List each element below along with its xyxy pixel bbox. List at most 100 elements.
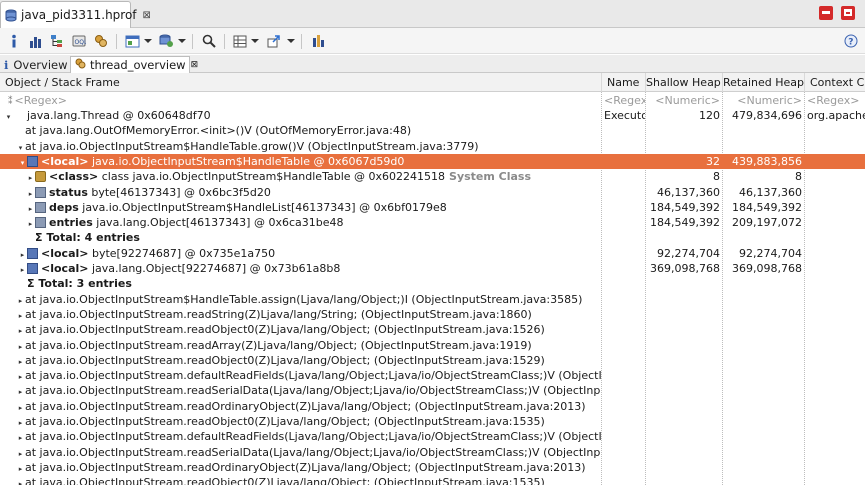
export-icon[interactable] xyxy=(267,32,281,50)
expand-right-icon[interactable]: ▸ xyxy=(16,294,25,307)
column-header-name[interactable]: Name xyxy=(602,73,646,92)
object-cell: ▸ <local> java.lang.Object[92274687] @ 0x… xyxy=(0,261,601,276)
column-header-shallow-heap[interactable]: Shallow Heap xyxy=(646,73,723,92)
name-cell xyxy=(602,429,645,444)
table-row[interactable]: ▾ at java.io.ObjectInputStream$HandleTabl… xyxy=(0,139,865,154)
expand-right-icon[interactable]: ▸ xyxy=(16,462,25,475)
name-cell xyxy=(602,338,645,353)
shallow-heap-cell: 184,549,392 xyxy=(650,200,720,214)
filter-name[interactable]: <Regex> xyxy=(602,93,645,108)
filter-shallow[interactable]: <Numeric> xyxy=(646,93,722,108)
heap-dump-overview-icon[interactable] xyxy=(158,32,174,50)
maximize-icon[interactable] xyxy=(841,6,855,20)
tab-overview[interactable]: i Overview xyxy=(0,56,70,73)
filter-object[interactable]: ⁑ <Regex> xyxy=(0,93,601,108)
table-row[interactable]: ▾ <local> java.io.ObjectInputStream$Handl… xyxy=(0,153,865,170)
table-row[interactable]: ▸ <local> byte[92274687] @ 0x735e1a750 92,… xyxy=(0,246,865,261)
histogram-icon[interactable] xyxy=(28,32,42,50)
expand-right-icon[interactable]: ▸ xyxy=(16,477,25,485)
table-row[interactable]: Σ Total: 4 entries xyxy=(0,230,865,245)
table-row[interactable]: ▸ entries java.lang.Object[46137343] @ 0x… xyxy=(0,215,865,230)
chevron-down-icon[interactable] xyxy=(178,39,186,43)
row-label: at java.io.ObjectInputStream$HandleTable… xyxy=(25,292,583,306)
table-row[interactable]: ▸ at java.io.ObjectInputStream.readSerial… xyxy=(0,383,865,398)
expand-down-icon[interactable]: ▾ xyxy=(4,110,13,123)
expand-down-icon[interactable]: ▾ xyxy=(18,156,27,169)
object-cell: ▾ java.lang.Thread @ 0x60648df70 xyxy=(0,108,601,123)
chevron-down-icon[interactable] xyxy=(144,39,152,43)
table-row[interactable]: ▸ at java.io.ObjectInputStream.readSerial… xyxy=(0,445,865,460)
tab-thread-overview-label: thread_overview xyxy=(90,58,186,72)
query-browser-icon[interactable] xyxy=(124,32,140,50)
shallow-heap-cell xyxy=(646,399,722,414)
expand-down-icon[interactable]: ▾ xyxy=(16,141,25,154)
retained-heap-cell xyxy=(723,139,804,154)
expand-right-icon[interactable]: ▸ xyxy=(16,447,25,460)
expand-right-icon[interactable]: ▸ xyxy=(16,416,25,429)
close-tab-icon[interactable]: ⊠ xyxy=(191,60,199,70)
table-row[interactable]: ▸ at java.io.ObjectInputStream.readObject… xyxy=(0,475,865,485)
thread-overview-icon[interactable] xyxy=(94,32,108,50)
table-row[interactable]: at java.lang.OutOfMemoryError.<init>()V … xyxy=(0,123,865,138)
group-by-icon[interactable] xyxy=(233,32,247,50)
expand-right-icon[interactable]: ▸ xyxy=(18,263,27,276)
filter-retained[interactable]: <Numeric> xyxy=(723,93,804,108)
name-cell xyxy=(602,123,645,138)
table-row[interactable]: Σ Total: 3 entries xyxy=(0,276,865,291)
toolbar-separator xyxy=(301,34,302,49)
name-cell xyxy=(602,215,645,230)
expand-right-icon[interactable]: ▸ xyxy=(16,340,25,353)
column-header-object[interactable]: Object / Stack Frame xyxy=(0,73,602,92)
chevron-down-icon[interactable] xyxy=(251,39,259,43)
expand-right-icon[interactable]: ▸ xyxy=(26,202,35,215)
filter-context[interactable]: <Regex> xyxy=(805,93,865,108)
expand-right-icon[interactable]: ▸ xyxy=(16,370,25,383)
chevron-down-icon[interactable] xyxy=(287,39,295,43)
calculate-retained-icon[interactable] xyxy=(311,32,325,50)
expand-right-icon[interactable]: ▸ xyxy=(18,248,27,261)
table-row[interactable]: ▸ status byte[46137343] @ 0x6bc3f5d20 46,1… xyxy=(0,185,865,200)
tab-thread-overview[interactable]: thread_overview ⊠ xyxy=(70,56,198,73)
column-header-context-class-loader[interactable]: Context Cl xyxy=(805,73,865,92)
name-cell xyxy=(602,230,645,245)
table-row[interactable]: ▸ at java.io.ObjectInputStream.readArray(… xyxy=(0,338,865,353)
name-cell xyxy=(602,139,645,154)
expand-right-icon[interactable]: ▸ xyxy=(26,171,35,184)
table-row[interactable]: ▸ at java.io.ObjectInputStream.readObject… xyxy=(0,414,865,429)
table-row[interactable]: ▸ at java.io.ObjectInputStream.readOrdina… xyxy=(0,399,865,414)
table-row[interactable]: ▾ java.lang.Thread @ 0x60648df70 Executo 12… xyxy=(0,108,865,123)
table-row[interactable]: ▸ at java.io.ObjectInputStream.readObject… xyxy=(0,322,865,337)
shallow-heap-cell xyxy=(646,230,722,245)
minimize-icon[interactable] xyxy=(819,6,833,20)
close-tab-icon[interactable]: ⊠ xyxy=(143,10,151,21)
expand-right-icon[interactable]: ▸ xyxy=(16,324,25,337)
object-cell: ▸ at java.io.ObjectInputStream.readString… xyxy=(0,307,601,322)
expand-right-icon[interactable]: ▸ xyxy=(26,187,35,200)
help-icon[interactable]: ? xyxy=(844,32,858,50)
info-icon[interactable] xyxy=(8,32,20,50)
expand-right-icon[interactable]: ▸ xyxy=(16,309,25,322)
table-row[interactable]: ▸ at java.io.ObjectInputStream.defaultRea… xyxy=(0,368,865,383)
table-row[interactable]: ▸ at java.io.ObjectInputStream.readObject… xyxy=(0,353,865,368)
expand-right-icon[interactable]: ▸ xyxy=(16,355,25,368)
table-row[interactable]: ▸ at java.io.ObjectInputStream.defaultRea… xyxy=(0,429,865,444)
table-row[interactable]: ▸ at java.io.ObjectInputStream.readOrdina… xyxy=(0,460,865,475)
table-row[interactable]: ▸ at java.io.ObjectInputStream.readString… xyxy=(0,307,865,322)
expand-right-icon[interactable]: ▸ xyxy=(26,217,35,230)
thread-overview-icon xyxy=(75,58,86,72)
table-row[interactable]: ▸ <class> class java.io.ObjectInputStream… xyxy=(0,169,865,184)
oql-icon[interactable]: OQL xyxy=(72,32,86,50)
expand-right-icon[interactable]: ▸ xyxy=(16,431,25,444)
dominator-tree-icon[interactable] xyxy=(50,32,64,50)
column-header-retained-heap[interactable]: Retained Heap xyxy=(723,73,805,92)
search-icon[interactable] xyxy=(202,32,216,50)
table-row[interactable]: ▸ <local> java.lang.Object[92274687] @ 0x… xyxy=(0,261,865,276)
expand-right-icon[interactable]: ▸ xyxy=(16,401,25,414)
expand-right-icon[interactable]: ▸ xyxy=(16,385,25,398)
table-row[interactable]: ▸ deps java.io.ObjectInputStream$HandleLi… xyxy=(0,200,865,215)
editor-tab-hprof[interactable]: java_pid3311.hprof ⊠ xyxy=(0,1,151,28)
retained-heap-cell xyxy=(723,475,804,485)
tab-overview-label: Overview xyxy=(13,57,68,72)
object-cell: ▾ at java.io.ObjectInputStream$HandleTabl… xyxy=(0,139,601,154)
table-row[interactable]: ▸ at java.io.ObjectInputStream$HandleTabl… xyxy=(0,292,865,307)
